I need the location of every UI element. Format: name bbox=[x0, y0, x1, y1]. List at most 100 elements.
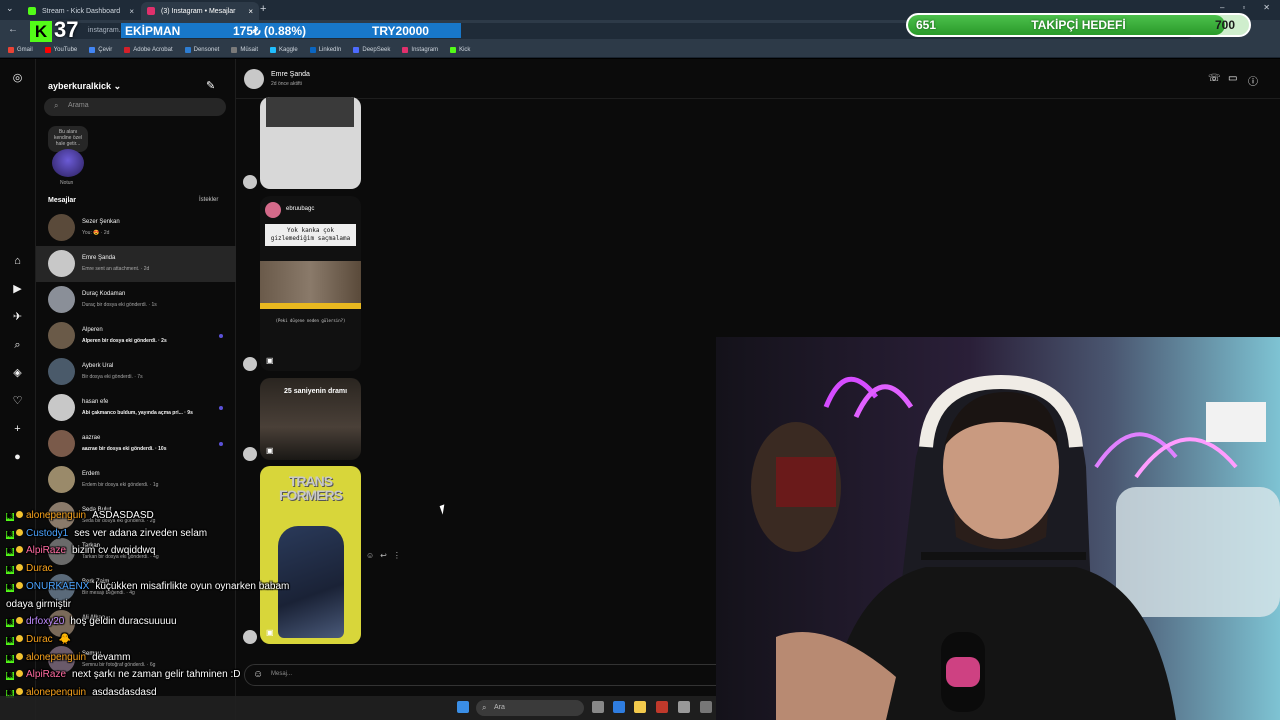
app-taskbar-icon[interactable] bbox=[700, 701, 712, 713]
search-input[interactable]: ⌕ Arama bbox=[44, 98, 226, 116]
chat-message: Kalonepenguin devamm bbox=[6, 652, 130, 663]
bookmark-item[interactable]: Çevir bbox=[89, 46, 112, 53]
taskbar-search[interactable]: ⌕ Ara bbox=[476, 700, 584, 716]
search-icon[interactable]: ⌕ bbox=[11, 339, 24, 352]
unread-dot bbox=[219, 442, 223, 446]
browser-taskbar-icon[interactable] bbox=[613, 701, 625, 713]
requests-link[interactable]: İstekler bbox=[199, 197, 218, 203]
bookmark-favicon-icon bbox=[270, 46, 276, 53]
note-avatar[interactable] bbox=[52, 149, 84, 177]
conversation-preview: You: 😍 · 2d bbox=[82, 230, 110, 236]
white-sofa bbox=[1116, 487, 1280, 617]
conversation-item[interactable]: Emre Şanda Emre sent an attachment. · 2d bbox=[36, 246, 236, 282]
poster-title: TRANS FORMERS bbox=[279, 473, 343, 503]
conversation-item[interactable]: aazrae aazrae bir dosya eki gönderdi. · 1… bbox=[36, 426, 236, 462]
instagram-logo-icon[interactable]: ◎ bbox=[11, 72, 24, 85]
file-explorer-icon[interactable] bbox=[634, 701, 646, 713]
bookmark-label: Adobe Acrobat bbox=[133, 46, 173, 53]
chat-username[interactable]: Custody1 bbox=[26, 528, 68, 539]
chat-username[interactable]: ONURKAENX bbox=[26, 581, 89, 592]
tab-instagram-messages[interactable]: (3) Instagram • Mesajlar × bbox=[141, 2, 259, 20]
maximize-icon[interactable]: ▫ bbox=[1242, 3, 1245, 12]
conversation-item[interactable]: Alperen Alperen bir dosya eki gönderdi. ·… bbox=[36, 318, 236, 354]
taskbar-search-placeholder: Ara bbox=[494, 704, 505, 711]
thread-avatar[interactable] bbox=[244, 69, 264, 89]
new-tab-icon[interactable]: + bbox=[260, 3, 266, 15]
bookmark-item[interactable]: LinkedIn bbox=[309, 46, 341, 53]
chat-text: ses ver adana zirveden selam bbox=[74, 527, 208, 539]
chat-message: K Durac 🐥 bbox=[6, 634, 71, 645]
bookmark-favicon-icon bbox=[124, 46, 131, 53]
video-call-icon[interactable]: ▭ bbox=[1228, 73, 1237, 84]
bookmark-item[interactable]: Instagram bbox=[402, 46, 438, 53]
chat-username[interactable]: AlpiRaze bbox=[26, 669, 66, 680]
thread-name[interactable]: Emre Şanda bbox=[271, 71, 310, 78]
conversation-item[interactable]: Duraç Kodaman Duraç bir dosya eki gönderd… bbox=[36, 282, 236, 318]
chat-username[interactable]: Durac bbox=[26, 563, 53, 574]
bookmark-item[interactable]: Adobe Acrobat bbox=[124, 46, 173, 53]
conversation-preview: Alperen bir dosya eki gönderdi. · 2s bbox=[82, 338, 167, 344]
minimize-icon[interactable]: – bbox=[1220, 3, 1224, 12]
account-name: ayberkuralkick bbox=[48, 81, 112, 91]
bookmark-item[interactable]: YouTube bbox=[44, 46, 77, 53]
bookmark-item[interactable]: Kaggle bbox=[270, 46, 298, 53]
shared-reel-bubble[interactable]: 25 saniyenin dramı ▣ bbox=[260, 378, 361, 460]
task-view-icon[interactable] bbox=[592, 701, 604, 713]
conversation-item[interactable]: Erdem Erdem bir dosya eki gönderdi. · 1g bbox=[36, 462, 236, 498]
tab-list-icon[interactable]: ⌄ bbox=[6, 3, 14, 14]
chat-username[interactable]: drfoxy20 bbox=[26, 616, 64, 627]
app-taskbar-icon[interactable] bbox=[656, 701, 668, 713]
chat-message: Kdrfoxy20 hoş geldin duracsuuuuu bbox=[6, 616, 177, 628]
kick-badge-icon: K bbox=[6, 548, 14, 557]
bookmark-item[interactable]: Densonet bbox=[184, 46, 219, 53]
ticker-item: EKİPMAN bbox=[125, 23, 181, 38]
notifications-icon[interactable]: ♡ bbox=[11, 395, 24, 408]
conversation-item[interactable]: hasan efe Abi çakmanco buldum, yayında aç… bbox=[36, 390, 236, 426]
shared-poster-bubble[interactable]: TRANS FORMERS ▣ bbox=[260, 466, 361, 644]
bookmark-label: Kaggle bbox=[279, 46, 298, 53]
chat-username[interactable]: Durac bbox=[26, 634, 53, 645]
webcam-feed bbox=[716, 337, 1280, 720]
bookmark-label: DeepSeek bbox=[362, 46, 391, 53]
bookmark-item[interactable]: Gmail bbox=[8, 46, 33, 53]
shared-post-bubble[interactable]: ebruubagc Yok kanka çok gizlemediğim saç… bbox=[260, 196, 361, 371]
conversation-item[interactable]: Ayberk Ural Bir dosya eki gönderdi. · 7s bbox=[36, 354, 236, 390]
home-icon[interactable]: ⌂ bbox=[11, 255, 24, 268]
bookmark-item[interactable]: Müsait bbox=[231, 46, 258, 53]
sender-avatar bbox=[243, 175, 257, 189]
close-window-icon[interactable]: ✕ bbox=[1263, 3, 1270, 12]
store-taskbar-icon[interactable] bbox=[678, 701, 690, 713]
chat-message: K AlpiRaze bizim cv dwqiddwq bbox=[6, 545, 155, 557]
tab-kick-dashboard[interactable]: Stream - Kick Dashboard × bbox=[22, 2, 140, 20]
chevron-down-icon: ⌄ bbox=[113, 81, 122, 91]
bookmark-label: Kick bbox=[459, 46, 471, 53]
info-icon[interactable]: ⓘ bbox=[1248, 73, 1258, 88]
chat-username[interactable]: alonepenguin bbox=[26, 510, 86, 521]
reels-icon[interactable]: ▶ bbox=[11, 283, 24, 296]
subscriber-badge-icon bbox=[16, 670, 23, 678]
new-message-icon[interactable]: ✎ bbox=[206, 79, 215, 92]
emoji-icon[interactable]: ☺ bbox=[253, 669, 263, 680]
conversation-item[interactable]: Sezer Şenkan You: 😍 · 2d bbox=[36, 210, 236, 246]
messages-icon[interactable]: ✈ bbox=[11, 311, 24, 324]
back-icon[interactable]: ← bbox=[8, 24, 18, 35]
close-tab-icon[interactable]: × bbox=[129, 7, 134, 16]
reel-caption: 25 saniyenin dramı bbox=[284, 388, 348, 395]
chat-username[interactable]: alonepenguin bbox=[26, 652, 86, 663]
create-icon[interactable]: + bbox=[11, 423, 24, 436]
bookmark-item[interactable]: DeepSeek bbox=[353, 46, 391, 53]
chat-username[interactable]: AlpiRaze bbox=[26, 545, 66, 556]
more-options-icon[interactable]: ⋮ bbox=[393, 551, 401, 560]
react-icon[interactable]: ☺ bbox=[366, 551, 374, 560]
explore-icon[interactable]: ◈ bbox=[11, 367, 24, 380]
bookmark-item[interactable]: Kick bbox=[450, 46, 471, 53]
close-tab-icon[interactable]: × bbox=[248, 7, 253, 16]
account-switcher[interactable]: ayberkuralkick ⌄ bbox=[48, 81, 121, 92]
windows-taskbar: ⌕ Ara bbox=[0, 696, 716, 720]
conversation-name: aazrae bbox=[82, 435, 101, 441]
phone-call-icon[interactable]: ☏ bbox=[1208, 73, 1221, 84]
windows-start-icon[interactable] bbox=[457, 701, 469, 713]
profile-avatar-icon[interactable]: ● bbox=[11, 451, 24, 464]
reply-icon[interactable]: ↩ bbox=[380, 551, 387, 560]
shared-media-bubble[interactable] bbox=[260, 97, 361, 189]
